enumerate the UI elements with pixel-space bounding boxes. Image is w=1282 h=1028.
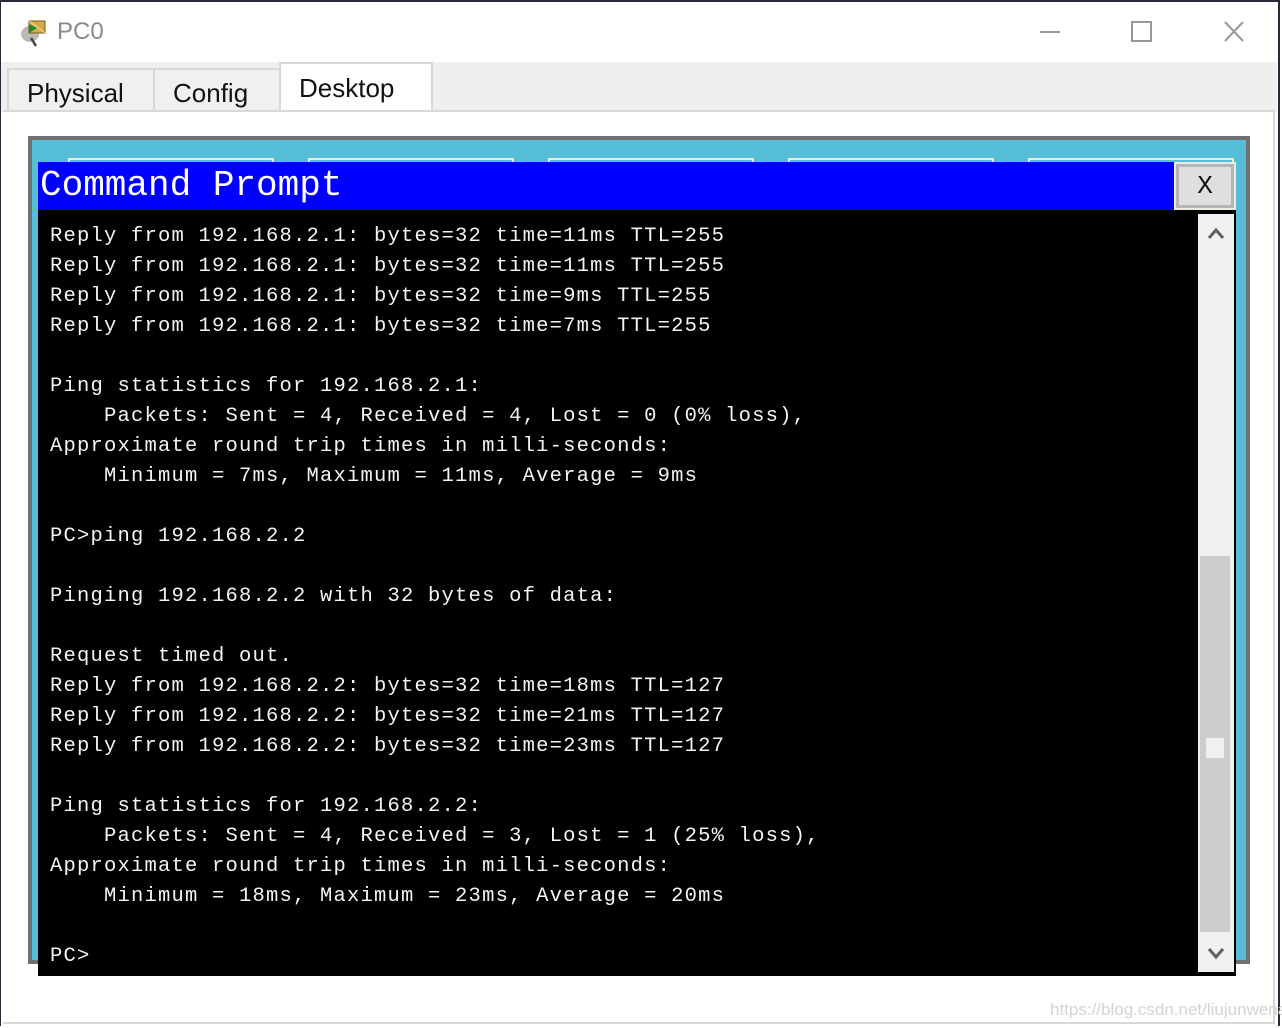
tab-physical[interactable]: Physical: [7, 68, 155, 110]
terminal-line: Ping statistics for 192.168.2.2:: [50, 795, 483, 818]
chevron-up-icon: [1198, 227, 1234, 254]
pc-device-icon: [19, 18, 51, 48]
terminal-line: Reply from 192.168.2.1: bytes=32 time=9m…: [50, 285, 712, 308]
terminal-line: Reply from 192.168.2.2: bytes=32 time=21…: [50, 705, 726, 728]
terminal-line: Minimum = 18ms, Maximum = 23ms, Average …: [50, 885, 726, 908]
terminal-line: Reply from 192.168.2.1: bytes=32 time=11…: [50, 225, 726, 248]
tab-config[interactable]: Config: [153, 68, 281, 110]
close-button[interactable]: [1203, 8, 1263, 54]
close-icon: [1203, 21, 1263, 58]
window-title: PC0: [57, 18, 104, 45]
vertical-scrollbar[interactable]: [1198, 214, 1234, 972]
scrollbar-thumb[interactable]: [1206, 738, 1224, 758]
command-prompt-title: Command Prompt: [40, 165, 343, 206]
window-titlebar[interactable]: PC0: [1, 2, 1277, 62]
terminal-line: PC>ping 192.168.2.2: [50, 525, 307, 548]
terminal-line: Reply from 192.168.2.1: bytes=32 time=7m…: [50, 315, 712, 338]
command-prompt-close-button[interactable]: X: [1174, 162, 1236, 210]
terminal-line: Request timed out.: [50, 645, 294, 668]
terminal-line: Packets: Sent = 4, Received = 3, Lost = …: [50, 825, 820, 848]
terminal-line: Pinging 192.168.2.2 with 32 bytes of dat…: [50, 585, 618, 608]
terminal-line: Reply from 192.168.2.2: bytes=32 time=23…: [50, 735, 726, 758]
chevron-down-icon: [1198, 948, 1234, 976]
maximize-button[interactable]: [1109, 8, 1169, 54]
minimize-icon: [1017, 31, 1077, 58]
terminal-line: Minimum = 7ms, Maximum = 11ms, Average =…: [50, 465, 699, 488]
terminal-line: PC>: [50, 945, 91, 968]
terminal-text: Reply from 192.168.2.1: bytes=32 time=11…: [50, 222, 820, 972]
watermark-text: https://blog.csdn.net/liujunwena: [1050, 1000, 1282, 1019]
maximize-icon: [1109, 21, 1169, 58]
scroll-up-button[interactable]: [1198, 214, 1234, 250]
terminal-line: Approximate round trip times in milli-se…: [50, 435, 672, 458]
terminal-line: Reply from 192.168.2.2: bytes=32 time=18…: [50, 675, 726, 698]
command-prompt-window: Command Prompt X Reply from 192.168.2.1:…: [38, 162, 1236, 976]
terminal-line: Approximate round trip times in milli-se…: [50, 855, 672, 878]
terminal-output[interactable]: Reply from 192.168.2.1: bytes=32 time=11…: [38, 210, 1196, 976]
tab-bar: Physical Config Desktop: [1, 62, 1277, 112]
scroll-down-button[interactable]: [1198, 936, 1234, 972]
terminal-line: Ping statistics for 192.168.2.1:: [50, 375, 483, 398]
terminal-line: Packets: Sent = 4, Received = 4, Lost = …: [50, 405, 807, 428]
terminal-line: Reply from 192.168.2.1: bytes=32 time=11…: [50, 255, 726, 278]
tab-desktop[interactable]: Desktop: [279, 62, 433, 112]
command-prompt-titlebar[interactable]: Command Prompt X: [38, 162, 1236, 210]
minimize-button[interactable]: [1017, 8, 1077, 54]
